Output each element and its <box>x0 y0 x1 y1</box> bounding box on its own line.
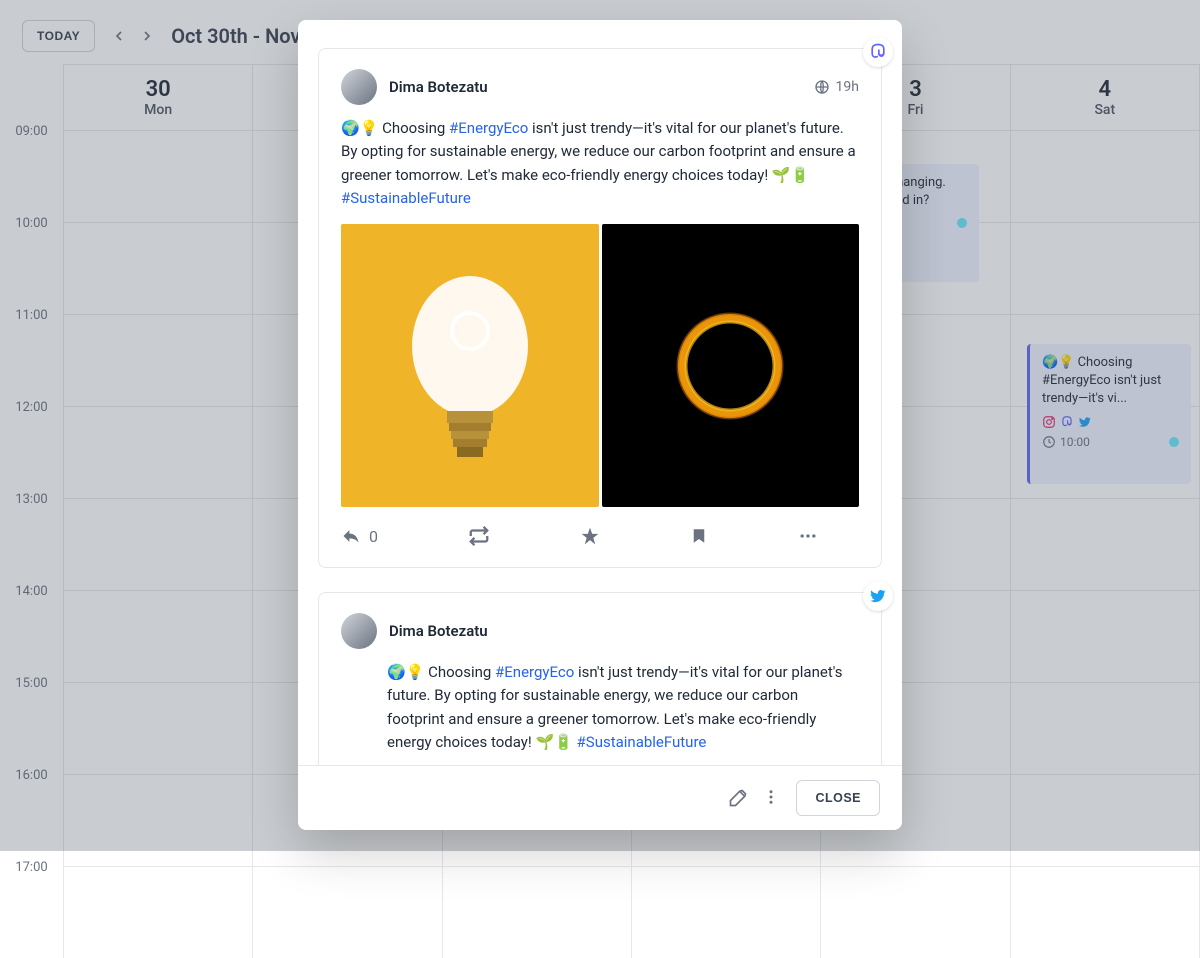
post-text: 🌍💡 Choosing #EnergyEco isn't just trendy… <box>341 117 859 210</box>
time-label: 17:00 <box>0 866 63 958</box>
post-detail-modal: Dima Botezatu 19h 🌍💡 Choosing #EnergyEco… <box>298 20 902 830</box>
post-card-mastodon: Dima Botezatu 19h 🌍💡 Choosing #EnergyEco… <box>318 48 882 568</box>
hashtag[interactable]: #SustainableFuture <box>341 189 471 207</box>
hashtag[interactable]: #EnergyEco <box>495 663 574 681</box>
reply-button[interactable]: 0 <box>341 526 378 546</box>
favorite-button[interactable] <box>580 526 600 546</box>
more-options-button[interactable] <box>762 788 782 808</box>
twitter-badge <box>863 581 893 611</box>
avatar <box>341 69 377 105</box>
modal-overlay[interactable]: Dima Botezatu 19h 🌍💡 Choosing #EnergyEco… <box>0 0 1200 851</box>
mastodon-badge <box>863 37 893 67</box>
avatar <box>341 613 377 649</box>
hashtag[interactable]: #EnergyEco <box>449 119 528 137</box>
post-images <box>341 224 859 507</box>
post-image[interactable] <box>602 224 860 507</box>
post-image[interactable] <box>341 224 599 507</box>
more-button[interactable] <box>798 526 818 546</box>
boost-button[interactable] <box>468 525 490 547</box>
author-name: Dima Botezatu <box>389 622 488 640</box>
post-text: 🌍💡 Choosing #EnergyEco isn't just trendy… <box>341 661 859 754</box>
edit-button[interactable] <box>728 788 748 808</box>
post-card-twitter: Dima Botezatu 🌍💡 Choosing #EnergyEco isn… <box>318 592 882 765</box>
bookmark-button[interactable] <box>690 526 708 546</box>
post-age: 19h <box>836 79 859 95</box>
close-button[interactable]: CLOSE <box>796 780 880 816</box>
globe-icon <box>814 79 830 95</box>
author-name: Dima Botezatu <box>389 78 488 96</box>
hashtag[interactable]: #SustainableFuture <box>577 733 707 751</box>
